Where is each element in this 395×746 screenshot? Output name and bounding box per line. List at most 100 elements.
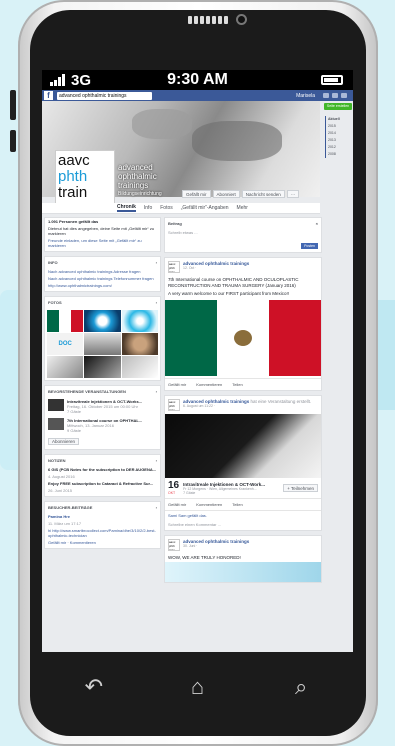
profile-picture[interactable]: aavc phth train [55, 150, 115, 210]
tab-photos[interactable]: Fotos [160, 205, 173, 211]
note-date: 4. August 2016 [48, 474, 75, 479]
more-button[interactable]: ··· [286, 190, 300, 198]
globe-icon[interactable] [341, 93, 347, 98]
subscribe-button[interactable]: Abonnieren [48, 438, 80, 445]
power-button[interactable] [10, 130, 16, 152]
share-action[interactable]: Teilen [232, 382, 242, 387]
avatar[interactable]: aavc phth train [168, 261, 180, 273]
event-thumbnail [48, 418, 64, 430]
mexico-flag-image[interactable] [165, 300, 321, 376]
post-timestamp[interactable]: 6. August um 11:22 · [183, 404, 311, 408]
photo-thumbnail[interactable]: DOC [47, 333, 84, 355]
comment-action[interactable]: Kommentieren [196, 382, 222, 387]
composer-input[interactable]: Schreib etwas ... [165, 229, 321, 236]
website-link[interactable]: http://www.ophthalmictrainings.com/ [45, 282, 160, 291]
composer-header[interactable]: Beitrag [168, 221, 182, 226]
search-input[interactable]: advanced ophthalmic trainings [57, 91, 152, 100]
notification-icons[interactable] [323, 93, 347, 98]
post-activity: hat eine Veranstaltung erstellt. [250, 399, 312, 404]
event-thumbnail [48, 399, 64, 411]
year-link[interactable]: 2014 [328, 130, 353, 137]
photo-thumbnail[interactable] [84, 310, 121, 332]
join-event-button[interactable]: + Teilnehmen [283, 484, 318, 492]
likes-count: 1.091 Personen gefällt das [48, 219, 99, 224]
close-icon[interactable]: × [316, 221, 318, 226]
info-address-link[interactable]: Nach advanced ophthalmic trainings Adres… [45, 268, 160, 275]
facebook-logo-icon[interactable]: f [44, 91, 53, 100]
note-title[interactable]: Enjoy FREE subscription to Cataract & Re… [45, 480, 160, 487]
like-action[interactable]: Gefällt mir [168, 502, 186, 507]
event-item[interactable]: Intravitreale Injektionen & OCT-Works...… [45, 397, 160, 416]
comment-input[interactable]: Schreibe einen Kommentar ... [165, 520, 321, 530]
friends-icon[interactable] [323, 93, 329, 98]
tab-timeline[interactable]: Chronik [117, 204, 136, 212]
front-camera [236, 14, 247, 25]
like-action[interactable]: Gefällt mir [168, 382, 186, 387]
page-category: Bildungseinrichtung [118, 191, 162, 197]
photo-thumbnail[interactable] [84, 333, 121, 355]
year-link[interactable]: Aktuell [328, 116, 353, 123]
messages-icon[interactable] [332, 93, 338, 98]
invite-friends-link[interactable]: Freunde einladen, um diese Seite mit „Ge… [45, 237, 160, 251]
events-header: BEVORSTEHENDE VERANSTALTUNGEN [48, 389, 126, 394]
post-text: 7th International course on OPHTHALMIC A… [168, 277, 299, 288]
volume-button[interactable] [10, 90, 16, 120]
navigation-bar: ↶ ⌂ ⌕ [42, 652, 353, 722]
avatar[interactable]: aavc phth train [168, 399, 180, 411]
message-button[interactable]: Nachricht senden [241, 190, 285, 198]
year-link[interactable]: 2012 [328, 144, 353, 151]
event-title[interactable]: Intravitreale Injektionen & OCT-Work... [183, 482, 279, 487]
event-item[interactable]: 7th International course on OPHTHAL... M… [45, 416, 160, 435]
tab-info[interactable]: Info [144, 205, 152, 211]
likes-text: Dietmut hat dies angegeben, deine Seite … [48, 226, 155, 236]
year-link[interactable]: 2013 [328, 137, 353, 144]
chevron-right-icon[interactable]: › [156, 458, 157, 463]
visitor-posts-card: BESUCHER-BEITRÄGE › Pamina Hre 11. März u… [44, 501, 161, 549]
profile-line: phth [58, 168, 88, 185]
info-phone-link[interactable]: Nach advanced ophthalmic trainings Telef… [45, 275, 160, 282]
event-day: 16 [168, 480, 180, 491]
year-link[interactable]: 2008 [328, 151, 353, 158]
comment-action[interactable]: Kommentieren [196, 502, 222, 507]
share-action[interactable]: Teilen [232, 502, 242, 507]
post-image[interactable] [165, 562, 321, 582]
tab-more[interactable]: Mehr [237, 205, 248, 211]
event-attachment[interactable]: 16 OKT Intravitreale Injektionen & OCT-W… [165, 478, 321, 498]
info-header: INFO [48, 260, 58, 265]
chevron-right-icon[interactable]: › [156, 260, 157, 265]
follow-button[interactable]: Abonniert [212, 190, 240, 198]
chevron-right-icon[interactable]: › [156, 389, 157, 394]
photo-thumbnail[interactable] [121, 356, 158, 378]
photo-thumbnail[interactable] [47, 310, 84, 332]
visitor-actions[interactable]: Gefällt mir · Kommentieren [45, 539, 160, 548]
photo-thumbnail[interactable] [47, 356, 84, 378]
cover-image-shape [132, 109, 192, 139]
visitor-name[interactable]: Pamina Hre [45, 513, 160, 520]
year-link[interactable]: 2015 [328, 123, 353, 130]
post-timestamp[interactable]: 12. Oct · [183, 266, 249, 270]
likes-line[interactable]: Sami Sam gefällt das. [165, 510, 321, 520]
visitor-text[interactable]: hi http://www.smartbrocollect.com/Pamina… [45, 527, 160, 539]
like-button[interactable]: Gefällt mir [182, 190, 211, 198]
photo-thumbnail[interactable] [121, 310, 158, 332]
profile-line: train [58, 184, 88, 201]
avatar[interactable]: aavc phth train [168, 539, 180, 551]
post-timestamp[interactable]: 30. Juni · [183, 544, 249, 548]
post-text: A very warm welcome to our FIRST partici… [168, 291, 289, 296]
user-name[interactable]: Marisela [296, 93, 315, 99]
tab-likes[interactable]: „Gefällt mir“-Angaben [181, 205, 229, 211]
chevron-right-icon[interactable]: › [156, 505, 157, 510]
back-icon[interactable]: ↶ [74, 674, 114, 700]
home-icon[interactable]: ⌂ [177, 674, 217, 700]
create-page-button[interactable]: Seite erstellen [324, 103, 352, 110]
post-button[interactable]: Posten [301, 243, 318, 249]
injection-photo[interactable] [165, 414, 321, 478]
page-title-line: trainings [118, 181, 149, 190]
chevron-right-icon[interactable]: › [156, 300, 157, 305]
notes-header: NOTIZEN [48, 458, 66, 463]
photo-thumbnail[interactable] [121, 333, 158, 355]
composer: Beitrag × Schreib etwas ... Posten [164, 217, 322, 253]
photo-thumbnail[interactable] [84, 356, 121, 378]
note-title[interactable]: 6 GIS (PCB Notes for the subscription to… [45, 466, 160, 473]
search-icon[interactable]: ⌕ [281, 674, 321, 700]
